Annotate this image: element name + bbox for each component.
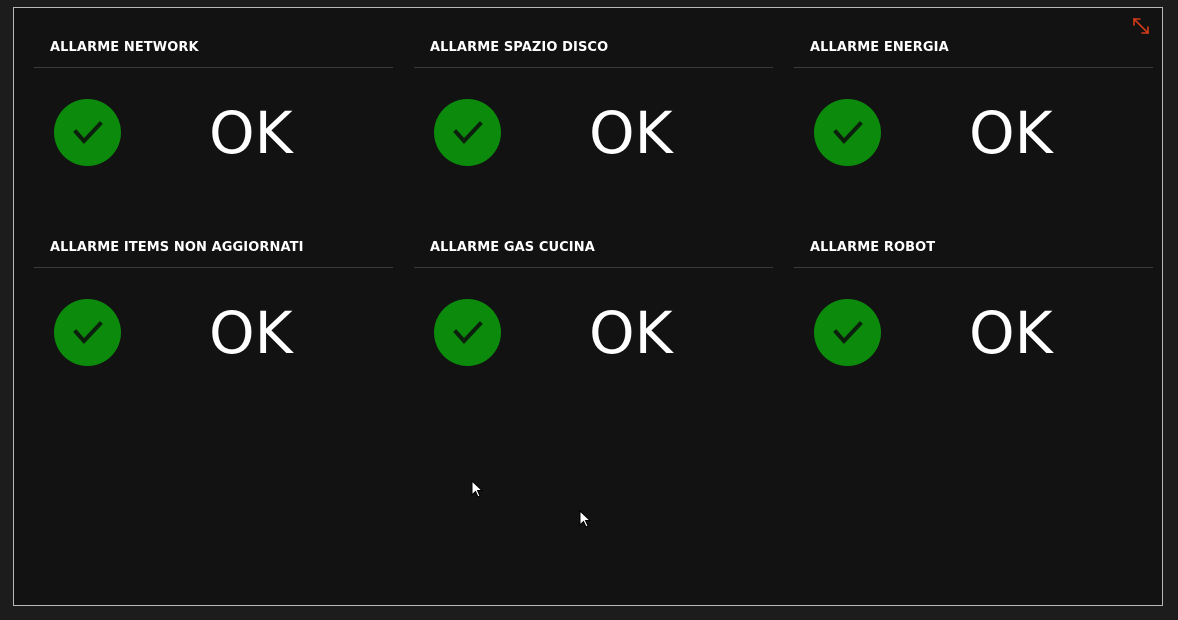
- tile-divider: [34, 67, 393, 68]
- status-text: OK: [209, 299, 293, 367]
- tile-divider: [794, 67, 1153, 68]
- alarm-tile-energy: ALLARME ENERGIA OK: [794, 8, 1153, 178]
- tile-title: ALLARME ROBOT: [810, 240, 936, 255]
- tile-title: ALLARME GAS CUCINA: [430, 240, 595, 255]
- tile-title: ALLARME ENERGIA: [810, 40, 949, 55]
- mouse-pointer-icon: [579, 509, 593, 530]
- tile-divider: [794, 267, 1153, 268]
- tile-divider: [414, 67, 773, 68]
- tile-divider: [34, 267, 393, 268]
- checkmark-circle-icon: [814, 299, 881, 366]
- status-text: OK: [209, 99, 293, 167]
- dashboard-panel: ALLARME NETWORK OK ALLARME SPAZIO DISCO …: [13, 7, 1163, 606]
- checkmark-circle-icon: [814, 99, 881, 166]
- tile-divider: [414, 267, 773, 268]
- tile-title: ALLARME ITEMS NON AGGIORNATI: [50, 240, 304, 255]
- checkmark-circle-icon: [54, 299, 121, 366]
- mouse-pointer-icon: [471, 479, 485, 500]
- alarm-tile-disk-space: ALLARME SPAZIO DISCO OK: [414, 8, 773, 178]
- status-text: OK: [969, 299, 1053, 367]
- alarm-tile-kitchen-gas: ALLARME GAS CUCINA OK: [414, 208, 773, 378]
- status-text: OK: [969, 99, 1053, 167]
- tile-title: ALLARME NETWORK: [50, 40, 199, 55]
- alarm-tile-robot: ALLARME ROBOT OK: [794, 208, 1153, 378]
- checkmark-circle-icon: [434, 99, 501, 166]
- tile-title: ALLARME SPAZIO DISCO: [430, 40, 609, 55]
- checkmark-circle-icon: [54, 99, 121, 166]
- status-text: OK: [589, 99, 673, 167]
- checkmark-circle-icon: [434, 299, 501, 366]
- alarm-tile-network: ALLARME NETWORK OK: [34, 8, 393, 178]
- alarm-tile-items-not-updated: ALLARME ITEMS NON AGGIORNATI OK: [34, 208, 393, 378]
- status-text: OK: [589, 299, 673, 367]
